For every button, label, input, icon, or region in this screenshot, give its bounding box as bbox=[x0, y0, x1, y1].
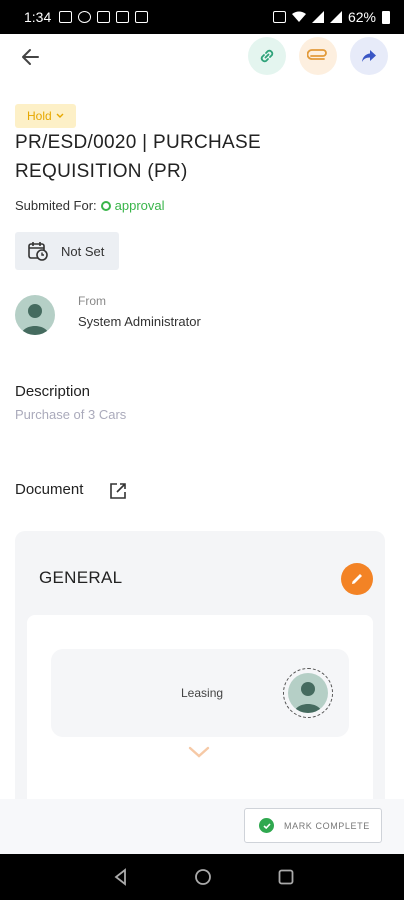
status-badge[interactable]: Hold bbox=[15, 104, 76, 128]
check-circle-icon bbox=[259, 818, 274, 833]
wifi-icon bbox=[291, 11, 306, 22]
assignee-avatar[interactable] bbox=[283, 668, 333, 718]
external-link-icon[interactable] bbox=[108, 481, 128, 501]
leasing-item[interactable]: Leasing bbox=[51, 649, 349, 737]
signal-icon bbox=[311, 11, 324, 23]
status-ring-icon bbox=[100, 200, 111, 211]
notification-icon bbox=[59, 11, 73, 23]
avatar bbox=[288, 673, 328, 713]
leasing-label: Leasing bbox=[181, 686, 224, 700]
paperclip-icon bbox=[307, 49, 327, 60]
system-nav-bar bbox=[0, 854, 404, 900]
chevron-down-icon[interactable] bbox=[187, 745, 211, 759]
general-card-body: Leasing bbox=[27, 615, 373, 821]
battery-icon bbox=[382, 10, 390, 24]
share-button[interactable] bbox=[350, 37, 388, 75]
submitted-label: Submited For: bbox=[15, 198, 97, 213]
attachment-button[interactable] bbox=[299, 37, 337, 75]
edit-button[interactable] bbox=[341, 563, 373, 595]
document-label: Document bbox=[15, 481, 84, 498]
mark-complete-label: MARK COMPLETE bbox=[284, 820, 370, 831]
battery-percent: 62% bbox=[347, 9, 376, 25]
from-label: From bbox=[78, 294, 106, 308]
nav-home-icon[interactable] bbox=[194, 868, 212, 886]
mark-complete-button[interactable]: MARK COMPLETE bbox=[244, 808, 382, 843]
description-value: Purchase of 3 Cars bbox=[15, 407, 127, 422]
volte-icon bbox=[272, 11, 286, 23]
notification-icon bbox=[116, 11, 130, 23]
page-title: PR/ESD/0020 | PURCHASE REQUISITION (PR) bbox=[15, 132, 261, 182]
user-icon bbox=[21, 304, 49, 335]
nav-back-icon[interactable] bbox=[112, 868, 130, 886]
calendar-icon bbox=[135, 11, 149, 23]
notification-icon bbox=[97, 11, 111, 23]
submitted-for: Submited For: approval bbox=[15, 198, 165, 213]
avatar bbox=[15, 295, 55, 335]
top-toolbar bbox=[0, 34, 404, 78]
submitted-value: approval bbox=[114, 198, 165, 213]
signal-icon bbox=[329, 11, 342, 23]
link-icon bbox=[260, 49, 274, 63]
notification-icons bbox=[59, 11, 149, 23]
from-name: System Administrator bbox=[78, 314, 201, 329]
bottom-action-bar: MARK COMPLETE bbox=[0, 799, 404, 854]
link-button[interactable] bbox=[248, 37, 286, 75]
chevron-down-icon bbox=[56, 113, 64, 118]
status-bar: 1:34 62% bbox=[0, 0, 404, 34]
share-icon bbox=[362, 50, 376, 62]
general-card-title: GENERAL bbox=[39, 568, 123, 587]
description-label: Description bbox=[15, 383, 91, 400]
status-right: 62% bbox=[272, 9, 390, 25]
nav-recents-icon[interactable] bbox=[277, 868, 295, 886]
user-icon bbox=[294, 682, 322, 713]
arrow-left-icon[interactable] bbox=[18, 44, 44, 70]
notification-icon bbox=[78, 11, 92, 23]
general-card: GENERAL Leasing bbox=[15, 531, 385, 821]
due-date-label: Not Set bbox=[61, 243, 105, 259]
status-time: 1:34 bbox=[24, 9, 52, 25]
status-badge-label: Hold bbox=[27, 109, 52, 123]
calendar-clock-icon bbox=[28, 242, 48, 261]
pencil-icon bbox=[352, 574, 362, 584]
due-date-button[interactable]: Not Set bbox=[15, 232, 119, 270]
